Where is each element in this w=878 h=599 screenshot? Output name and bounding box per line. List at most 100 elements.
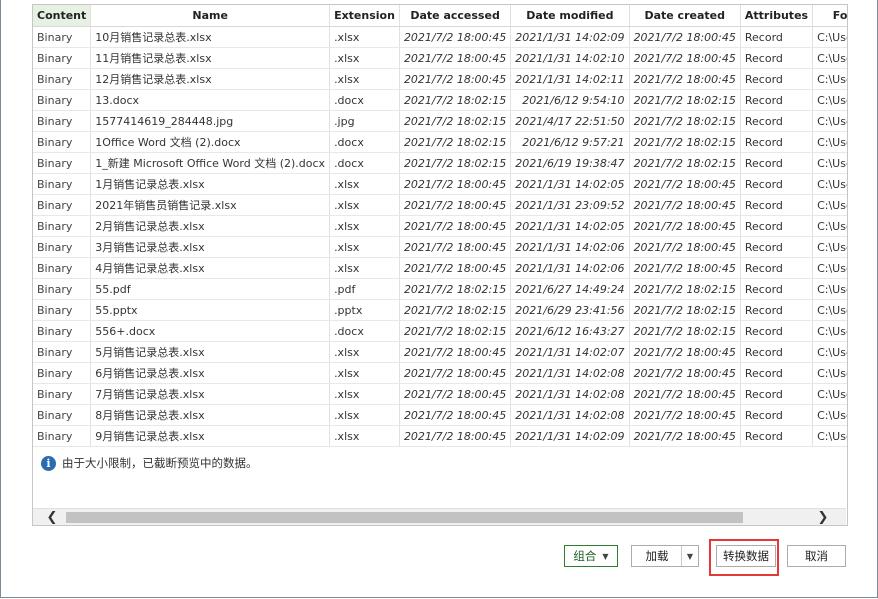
- table-cell: 6月销售记录总表.xlsx: [90, 362, 331, 384]
- table-cell[interactable]: Binary: [33, 278, 92, 300]
- table-cell[interactable]: Binary: [33, 257, 92, 279]
- table-cell[interactable]: Binary: [33, 47, 92, 69]
- table-row[interactable]: Binary 13.docx .docx 2021/7/2 18:02:15 2021/…: [33, 89, 847, 111]
- table-cell: 2021/7/2 18:00:45: [629, 341, 741, 363]
- table-row[interactable]: Binary 9月销售记录总表.xlsx .xlsx 2021/7/2 18:00:4…: [33, 425, 847, 447]
- table-cell[interactable]: Binary: [33, 341, 92, 363]
- table-row[interactable]: Binary 556+.docx .docx 2021/7/2 18:02:15 202…: [33, 320, 847, 342]
- chevron-right-icon[interactable]: ❯: [814, 509, 832, 525]
- table-cell: 2021/6/19 19:38:47: [510, 152, 630, 174]
- table-cell: .xlsx: [329, 47, 400, 69]
- table-cell[interactable]: Binary: [33, 194, 92, 216]
- table-cell: C:\Users\265: [812, 320, 847, 342]
- table-cell: .xlsx: [329, 194, 400, 216]
- table-row[interactable]: Binary 1Office Word 文档 (2).docx .docx 2021/…: [33, 131, 847, 153]
- table-cell[interactable]: Binary: [33, 152, 92, 174]
- table-cell[interactable]: Binary: [33, 236, 92, 258]
- table-cell: 55.pptx: [90, 299, 331, 321]
- table-cell: 2021/1/31 14:02:10: [510, 47, 630, 69]
- column-header-name[interactable]: Name: [90, 5, 331, 27]
- table-row[interactable]: Binary 6月销售记录总表.xlsx .xlsx 2021/7/2 18:00:4…: [33, 362, 847, 384]
- table-cell: 2021/7/2 18:00:45: [399, 236, 512, 258]
- table-cell: 2021/7/2 18:00:45: [629, 215, 741, 237]
- table-cell: Record: [740, 152, 814, 174]
- table-cell: Record: [740, 341, 814, 363]
- table-cell[interactable]: Binary: [33, 383, 92, 405]
- table-row[interactable]: Binary 1月销售记录总表.xlsx .xlsx 2021/7/2 18:00:4…: [33, 173, 847, 195]
- table-row[interactable]: Binary 2月销售记录总表.xlsx .xlsx 2021/7/2 18:00:4…: [33, 215, 847, 237]
- table-cell: 13.docx: [90, 89, 331, 111]
- table-cell: 2021/7/2 18:02:15: [399, 89, 512, 111]
- table-cell: 2021/7/2 18:02:15: [629, 110, 741, 132]
- notice-text: 由于大小限制，已截断预览中的数据。: [62, 456, 258, 470]
- table-cell: 2021/7/2 18:00:45: [399, 173, 512, 195]
- column-header-attributes[interactable]: Attributes: [740, 5, 814, 27]
- table-row[interactable]: Binary 55.pptx .pptx 2021/7/2 18:02:15 2021/…: [33, 299, 847, 321]
- table-cell: 2021/7/2 18:00:45: [399, 47, 512, 69]
- table-cell: 2021/4/17 22:51:50: [510, 110, 630, 132]
- table-cell: C:\Users\265: [812, 110, 847, 132]
- table-row[interactable]: Binary 1577414619_284448.jpg .jpg 2021/7/2 …: [33, 110, 847, 132]
- table-cell[interactable]: Binary: [33, 404, 92, 426]
- table-cell: Record: [740, 173, 814, 195]
- table-cell: 1Office Word 文档 (2).docx: [90, 131, 331, 153]
- scrollbar-thumb[interactable]: [66, 512, 743, 523]
- table-cell[interactable]: Binary: [33, 173, 92, 195]
- table-cell[interactable]: Binary: [33, 89, 92, 111]
- table-cell: .docx: [329, 320, 400, 342]
- table-cell[interactable]: Binary: [33, 362, 92, 384]
- load-dropdown-chevron-icon[interactable]: ▼: [681, 546, 698, 566]
- column-header-folder[interactable]: Folder: [812, 5, 847, 27]
- cancel-button[interactable]: 取消: [787, 545, 846, 567]
- table-row[interactable]: Binary 1_新建 Microsoft Office Word 文档 (2).…: [33, 152, 847, 174]
- column-header-content[interactable]: Content: [33, 5, 92, 27]
- table-row[interactable]: Binary 8月销售记录总表.xlsx .xlsx 2021/7/2 18:00:4…: [33, 404, 847, 426]
- table-cell[interactable]: Binary: [33, 131, 92, 153]
- table-row[interactable]: Binary 4月销售记录总表.xlsx .xlsx 2021/7/2 18:00:4…: [33, 257, 847, 279]
- table-cell: Record: [740, 299, 814, 321]
- table-row[interactable]: Binary 5月销售记录总表.xlsx .xlsx 2021/7/2 18:00:4…: [33, 341, 847, 363]
- table-cell: C:\Users\265: [812, 47, 847, 69]
- table-cell: Record: [740, 320, 814, 342]
- column-header-extension[interactable]: Extension: [329, 5, 400, 27]
- table-cell: 2021/7/2 18:00:45: [629, 26, 741, 48]
- table-cell: 2021/7/2 18:02:15: [629, 131, 741, 153]
- combine-button[interactable]: 组合 ▼: [564, 545, 618, 567]
- table-row[interactable]: Binary 3月销售记录总表.xlsx .xlsx 2021/7/2 18:00:4…: [33, 236, 847, 258]
- horizontal-scrollbar[interactable]: ❮ ❯: [33, 508, 846, 525]
- table-row[interactable]: Binary 12月销售记录总表.xlsx .xlsx 2021/7/2 18:00:…: [33, 68, 847, 90]
- table-cell[interactable]: Binary: [33, 215, 92, 237]
- table-cell: .xlsx: [329, 26, 400, 48]
- table-cell: C:\Users\265: [812, 383, 847, 405]
- table-cell: Record: [740, 362, 814, 384]
- table-row[interactable]: Binary 7月销售记录总表.xlsx .xlsx 2021/7/2 18:00:4…: [33, 383, 847, 405]
- table-row[interactable]: Binary 2021年销售员销售记录.xlsx .xlsx 2021/7/2 18:…: [33, 194, 847, 216]
- table-cell[interactable]: Binary: [33, 110, 92, 132]
- table-cell: 2021/7/2 18:00:45: [399, 383, 512, 405]
- table-cell: 2021/7/2 18:02:15: [629, 278, 741, 300]
- table-cell: .xlsx: [329, 173, 400, 195]
- table-cell: C:\Users\265: [812, 278, 847, 300]
- table-cell: 1月销售记录总表.xlsx: [90, 173, 331, 195]
- combine-label: 组合: [573, 549, 597, 563]
- table-cell[interactable]: Binary: [33, 320, 92, 342]
- table-cell: 4月销售记录总表.xlsx: [90, 257, 331, 279]
- column-header-date-created[interactable]: Date created: [629, 5, 741, 27]
- table-cell[interactable]: Binary: [33, 425, 92, 447]
- chevron-left-icon[interactable]: ❮: [43, 509, 61, 525]
- table-cell: 8月销售记录总表.xlsx: [90, 404, 331, 426]
- table-cell: C:\Users\265: [812, 131, 847, 153]
- table-row[interactable]: Binary 11月销售记录总表.xlsx .xlsx 2021/7/2 18:00:…: [33, 47, 847, 69]
- table-row[interactable]: Binary 10月销售记录总表.xlsx .xlsx 2021/7/2 18:00:…: [33, 26, 847, 48]
- load-button[interactable]: 加载 ▼: [631, 545, 699, 567]
- table-cell: 2021/7/2 18:02:15: [629, 89, 741, 111]
- table-cell: 2021/7/2 18:02:15: [399, 152, 512, 174]
- table-cell[interactable]: Binary: [33, 68, 92, 90]
- column-header-date-modified[interactable]: Date modified: [510, 5, 630, 27]
- table-cell: C:\Users\265: [812, 404, 847, 426]
- table-cell[interactable]: Binary: [33, 26, 92, 48]
- table-row[interactable]: Binary 55.pdf .pdf 2021/7/2 18:02:15 2021/6/…: [33, 278, 847, 300]
- table-cell: C:\Users\265: [812, 257, 847, 279]
- table-cell[interactable]: Binary: [33, 299, 92, 321]
- column-header-date-accessed[interactable]: Date accessed: [399, 5, 512, 27]
